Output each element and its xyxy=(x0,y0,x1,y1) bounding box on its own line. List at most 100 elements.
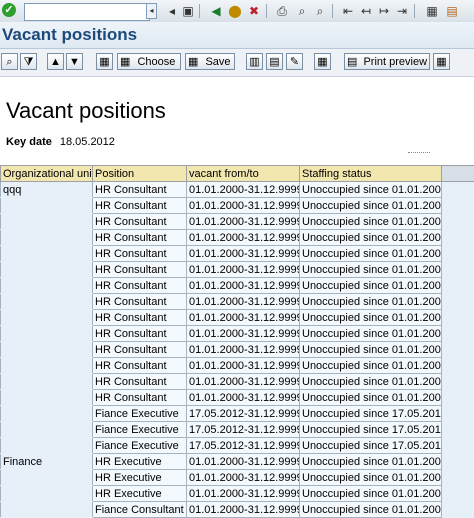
details-icon[interactable]: ⌕ xyxy=(1,53,18,70)
position-cell[interactable]: HR Consultant xyxy=(93,262,187,278)
position-cell[interactable]: Fiance Executive xyxy=(93,422,187,438)
table-row[interactable]: HR Consultant01.01.2000-31.12.9999Unoccu… xyxy=(1,294,474,310)
column-header-staffing-status[interactable]: Staffing status xyxy=(300,166,442,182)
vacant-from-to-cell[interactable]: 17.05.2012-31.12.9999 xyxy=(187,422,300,438)
position-cell[interactable]: Fiance Executive xyxy=(93,438,187,454)
position-cell[interactable]: Fiance Executive xyxy=(93,406,187,422)
vacant-from-to-cell[interactable]: 01.01.2000-31.12.9999 xyxy=(187,294,300,310)
vacant-from-to-cell[interactable]: 01.01.2000-31.12.9999 xyxy=(187,310,300,326)
organizational-unit-cell[interactable] xyxy=(1,246,93,262)
organizational-unit-cell[interactable] xyxy=(1,486,93,502)
table-row[interactable]: HR Consultant01.01.2000-31.12.9999Unoccu… xyxy=(1,230,474,246)
organizational-unit-cell[interactable] xyxy=(1,374,93,390)
table-row[interactable]: HR Executive01.01.2000-31.12.9999Unoccup… xyxy=(1,486,474,502)
vacant-from-to-cell[interactable]: 01.01.2000-31.12.9999 xyxy=(187,374,300,390)
staffing-status-cell[interactable]: Unoccupied since 01.01.2000 xyxy=(300,310,442,326)
views-icon[interactable]: ▦ xyxy=(433,53,450,70)
organizational-unit-cell[interactable] xyxy=(1,358,93,374)
staffing-status-cell[interactable]: Unoccupied since 17.05.2012 xyxy=(300,406,442,422)
vacant-from-to-cell[interactable]: 01.01.2000-31.12.9999 xyxy=(187,230,300,246)
table-row[interactable]: HR Consultant01.01.2000-31.12.9999Unoccu… xyxy=(1,310,474,326)
staffing-status-cell[interactable]: Unoccupied since 01.01.2000 xyxy=(300,278,442,294)
vacant-from-to-cell[interactable]: 01.01.2000-31.12.9999 xyxy=(187,262,300,278)
organizational-unit-cell[interactable] xyxy=(1,230,93,246)
exit-icon[interactable]: ⬤ xyxy=(227,3,243,19)
vacant-from-to-cell[interactable]: 01.01.2000-31.12.9999 xyxy=(187,454,300,470)
table-row[interactable]: HR Consultant01.01.2000-31.12.9999Unoccu… xyxy=(1,326,474,342)
staffing-status-cell[interactable]: Unoccupied since 01.01.2000 xyxy=(300,358,442,374)
organizational-unit-cell[interactable] xyxy=(1,470,93,486)
organizational-unit-cell[interactable] xyxy=(1,214,93,230)
table-row[interactable]: HR Consultant01.01.2000-31.12.9999Unoccu… xyxy=(1,262,474,278)
shortcut-icon[interactable]: ▤ xyxy=(444,3,460,19)
organizational-unit-cell[interactable] xyxy=(1,326,93,342)
cancel-icon[interactable]: ✖ xyxy=(246,3,262,19)
enter-icon[interactable]: ✓ xyxy=(2,3,16,17)
position-cell[interactable]: HR Consultant xyxy=(93,230,187,246)
vacant-from-to-cell[interactable]: 01.01.2000-31.12.9999 xyxy=(187,214,300,230)
find-next-icon[interactable]: ⌕ xyxy=(312,3,328,19)
table-row[interactable]: Fiance Executive17.05.2012-31.12.9999Uno… xyxy=(1,406,474,422)
table-row[interactable]: Fiance Executive17.05.2012-31.12.9999Uno… xyxy=(1,438,474,454)
collapse-icon[interactable]: ◂ xyxy=(164,3,180,19)
table-row[interactable]: FinanceHR Executive01.01.2000-31.12.9999… xyxy=(1,454,474,470)
organizational-unit-cell[interactable]: Finance xyxy=(1,454,93,470)
find-icon[interactable]: ⌕ xyxy=(294,3,310,19)
position-cell[interactable]: HR Consultant xyxy=(93,198,187,214)
position-cell[interactable]: HR Executive xyxy=(93,470,187,486)
table-row[interactable]: Fiance Consultant01.01.2000-31.12.9999Un… xyxy=(1,502,474,518)
organizational-unit-cell[interactable] xyxy=(1,390,93,406)
vacant-from-to-cell[interactable]: 01.01.2000-31.12.9999 xyxy=(187,198,300,214)
table-row[interactable]: HR Consultant01.01.2000-31.12.9999Unoccu… xyxy=(1,374,474,390)
last-page-icon[interactable]: ⇥ xyxy=(394,3,410,19)
staffing-status-cell[interactable]: Unoccupied since 01.01.2000 xyxy=(300,374,442,390)
position-cell[interactable]: HR Consultant xyxy=(93,294,187,310)
change-layout-icon[interactable]: ▦ xyxy=(96,53,113,70)
choose-button[interactable]: ▦ Choose xyxy=(117,53,181,70)
vacant-from-to-cell[interactable]: 17.05.2012-31.12.9999 xyxy=(187,438,300,454)
vacant-from-to-cell[interactable]: 01.01.2000-31.12.9999 xyxy=(187,326,300,342)
organizational-unit-cell[interactable] xyxy=(1,262,93,278)
vacant-from-to-cell[interactable]: 01.01.2000-31.12.9999 xyxy=(187,486,300,502)
sort-ascending-icon[interactable]: ▲ xyxy=(47,53,64,70)
position-cell[interactable]: HR Consultant xyxy=(93,358,187,374)
organizational-unit-cell[interactable] xyxy=(1,198,93,214)
column-header-position[interactable]: Position xyxy=(93,166,187,182)
table-row[interactable]: HR Executive01.01.2000-31.12.9999Unoccup… xyxy=(1,470,474,486)
abc-analysis-icon[interactable]: ▤ xyxy=(266,53,283,70)
organizational-unit-cell[interactable] xyxy=(1,278,93,294)
position-cell[interactable]: HR Consultant xyxy=(93,390,187,406)
staffing-status-cell[interactable]: Unoccupied since 01.01.2000 xyxy=(300,342,442,358)
organizational-unit-cell[interactable] xyxy=(1,342,93,358)
vacant-from-to-cell[interactable]: 01.01.2000-31.12.9999 xyxy=(187,246,300,262)
back-icon[interactable]: ◀ xyxy=(208,3,224,19)
position-cell[interactable]: HR Consultant xyxy=(93,342,187,358)
graphic-icon[interactable]: ▥ xyxy=(246,53,263,70)
staffing-status-cell[interactable]: Unoccupied since 01.01.2000 xyxy=(300,454,442,470)
organizational-unit-cell[interactable] xyxy=(1,406,93,422)
staffing-status-cell[interactable]: Unoccupied since 01.01.2000 xyxy=(300,470,442,486)
command-history-icon[interactable]: ◂ xyxy=(146,3,157,19)
next-page-icon[interactable]: ↦ xyxy=(376,3,392,19)
vacant-from-to-cell[interactable]: 01.01.2000-31.12.9999 xyxy=(187,182,300,198)
resize-handle[interactable] xyxy=(408,152,430,157)
position-cell[interactable]: HR Consultant xyxy=(93,278,187,294)
organizational-unit-cell[interactable] xyxy=(1,310,93,326)
table-row[interactable]: HR Consultant01.01.2000-31.12.9999Unoccu… xyxy=(1,198,474,214)
save-icon[interactable]: ▣ xyxy=(180,3,196,19)
spreadsheet-icon[interactable]: ▦ xyxy=(314,53,331,70)
previous-page-icon[interactable]: ↤ xyxy=(358,3,374,19)
staffing-status-cell[interactable]: Unoccupied since 01.01.2000 xyxy=(300,246,442,262)
edit-icon[interactable]: ✎ xyxy=(286,53,303,70)
position-cell[interactable]: HR Executive xyxy=(93,454,187,470)
sort-descending-icon[interactable]: ▼ xyxy=(66,53,83,70)
table-row[interactable]: HR Consultant01.01.2000-31.12.9999Unoccu… xyxy=(1,390,474,406)
position-cell[interactable]: HR Consultant xyxy=(93,310,187,326)
staffing-status-cell[interactable]: Unoccupied since 01.01.2000 xyxy=(300,230,442,246)
vacant-from-to-cell[interactable]: 01.01.2000-31.12.9999 xyxy=(187,358,300,374)
vacant-from-to-cell[interactable]: 01.01.2000-31.12.9999 xyxy=(187,390,300,406)
position-cell[interactable]: Fiance Consultant xyxy=(93,502,187,518)
staffing-status-cell[interactable]: Unoccupied since 01.01.2000 xyxy=(300,198,442,214)
save-layout-button[interactable]: ▦ Save xyxy=(185,53,235,70)
column-header-vacant-from-to[interactable]: vacant from/to xyxy=(187,166,300,182)
